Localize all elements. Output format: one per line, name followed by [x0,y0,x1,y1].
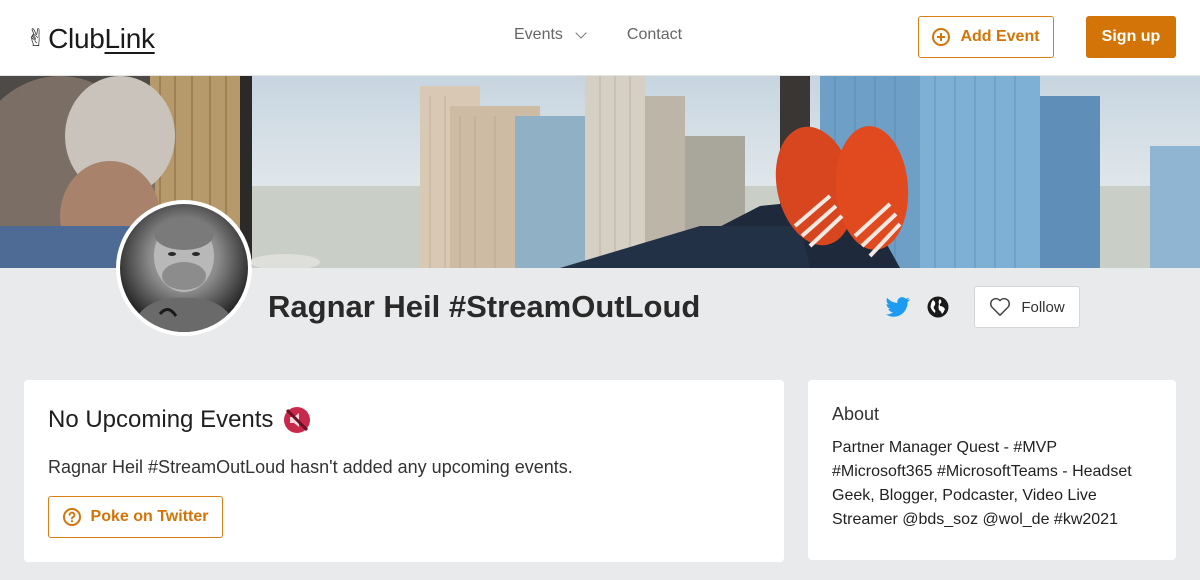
nav-item-contact-label: Contact [626,26,683,43]
victory-hand-icon: ✌ [26,25,47,52]
poke-label: Poke on Twitter [90,508,209,525]
about-description: Partner Manager Quest - #MVP #Microsoft3… [832,439,1132,528]
events-card-title: No Upcoming Events [48,404,311,436]
twitter-icon[interactable] [886,296,910,318]
logo-text-club: Club [48,23,105,54]
about-card: About Partner Manager Quest - #MVP #Micr… [808,380,1176,560]
events-title-text: No Upcoming Events [48,406,274,433]
no-events-message: Ragnar Heil #StreamOutLoud hasn't added … [48,457,573,477]
globe-icon[interactable] [927,296,949,318]
plus-circle-icon [932,28,951,46]
nav-item-events-label: Events [514,26,563,43]
upcoming-events-card: No Upcoming Events Ragnar Heil #StreamOu… [24,380,784,562]
profile-name: Ragnar Heil #StreamOutLoud [268,289,701,324]
nav-item-contact[interactable]: Contact [627,26,682,44]
poke-on-twitter-button[interactable]: Poke on Twitter [48,496,223,538]
add-event-button[interactable]: Add Event [918,16,1054,58]
question-circle-icon [62,508,81,526]
top-navbar: ✌ ClubLink Events Contact Add Event Sign… [0,0,1200,76]
muted-speaker-icon [284,407,311,433]
main-nav: Events Contact [514,26,682,44]
profile-avatar [116,200,252,336]
sign-up-button[interactable]: Sign up [1086,16,1176,58]
logo-text: ClubLink [48,22,155,56]
follow-label: Follow [1021,298,1065,316]
chevron-down-icon [575,26,587,39]
clublink-logo[interactable]: ✌ ClubLink [26,22,155,56]
logo-text-link: Link [104,23,155,54]
about-title: About [832,404,880,424]
follow-button[interactable]: Follow [974,286,1080,328]
heart-icon [990,297,1011,316]
avatar-portrait [130,218,238,332]
add-event-label: Add Event [960,28,1040,45]
nav-item-events[interactable]: Events [514,26,587,44]
